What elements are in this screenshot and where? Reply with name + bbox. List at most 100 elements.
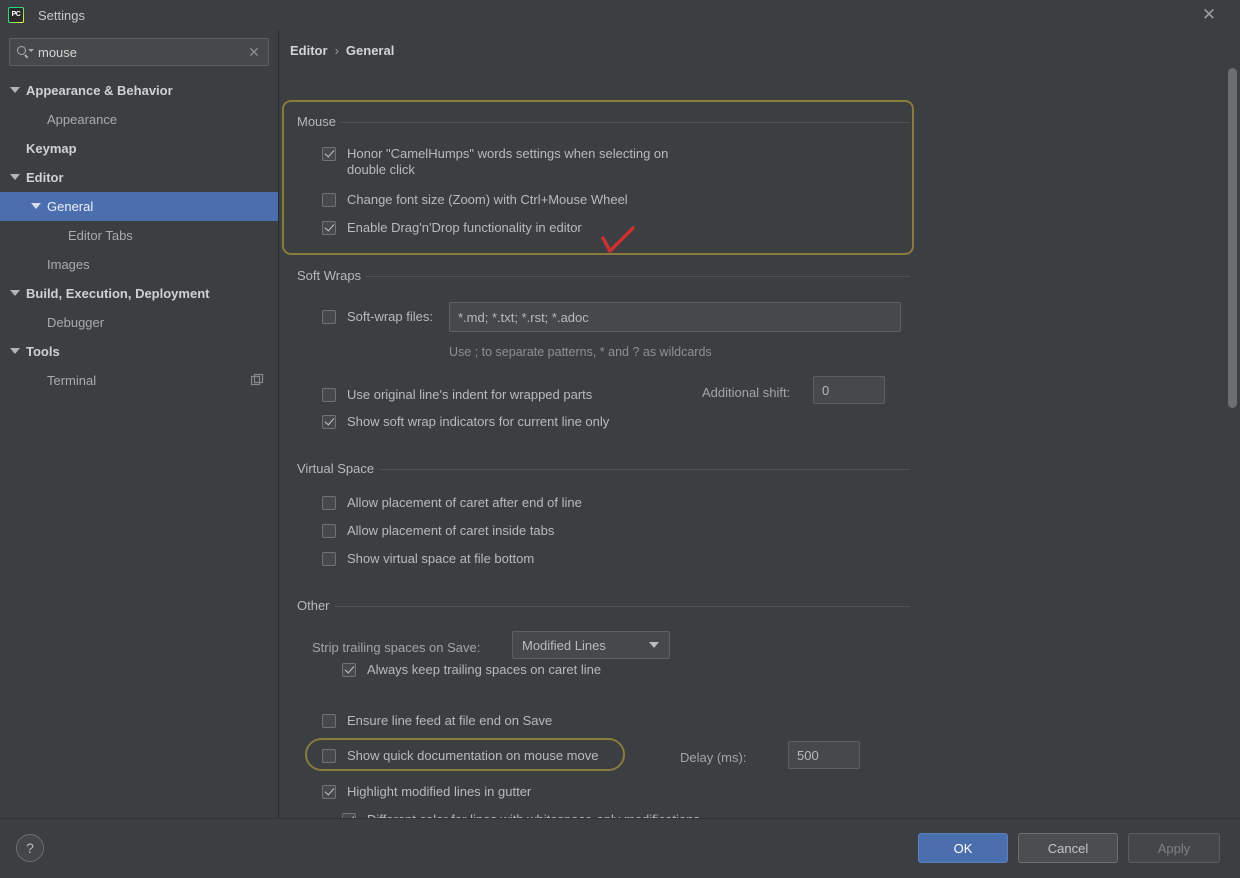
checkbox-label: Show soft wrap indicators for current li…	[347, 414, 609, 430]
checkbox-always-keep-trailing-spaces[interactable]: Always keep trailing spaces on caret lin…	[342, 662, 601, 678]
checkbox-show-quick-documentation[interactable]: Show quick documentation on mouse move	[322, 748, 598, 764]
sidebar-item-build-execution-deployment[interactable]: Build, Execution, Deployment	[0, 279, 278, 308]
sidebar-item-images[interactable]: Images	[0, 250, 278, 279]
sidebar-item-tools[interactable]: Tools	[0, 337, 278, 366]
checkbox-label: Honor "CamelHumps" words settings when s…	[347, 146, 707, 178]
sidebar-item-terminal[interactable]: Terminal	[0, 366, 278, 395]
sidebar-item-debugger[interactable]: Debugger	[0, 308, 278, 337]
sidebar-item-label: Terminal	[47, 373, 96, 388]
soft-wrap-files-value: *.md; *.txt; *.rst; *.adoc	[458, 310, 589, 325]
strip-trailing-spaces-dropdown[interactable]: Modified Lines	[512, 631, 670, 659]
search-input[interactable]	[34, 45, 246, 60]
checkbox-highlight-modified-lines[interactable]: Highlight modified lines in gutter	[322, 784, 531, 800]
checkbox-box[interactable]	[342, 663, 356, 677]
checkbox-change-font-size-zoom[interactable]: Change font size (Zoom) with Ctrl+Mouse …	[322, 192, 628, 208]
checkbox-caret-inside-tabs[interactable]: Allow placement of caret inside tabs	[322, 523, 554, 539]
chevron-down-icon[interactable]	[649, 642, 659, 648]
clear-icon[interactable]: ✕	[246, 45, 262, 59]
checkbox-box[interactable]	[322, 193, 336, 207]
help-button[interactable]: ?	[16, 834, 44, 862]
checkbox-label: Allow placement of caret after end of li…	[347, 495, 582, 511]
close-icon[interactable]: ✕	[1194, 0, 1224, 28]
checkbox-box[interactable]	[322, 785, 336, 799]
sidebar-item-label: Appearance	[47, 112, 117, 127]
checkbox-label: Ensure line feed at file end on Save	[347, 713, 552, 729]
sidebar-item-appearance-behavior[interactable]: Appearance & Behavior	[0, 76, 278, 105]
chevron-down-icon[interactable]	[31, 201, 42, 212]
virtual-space-section-title: Virtual Space	[292, 461, 379, 476]
sidebar-item-general[interactable]: General	[0, 192, 278, 221]
sidebar-item-appearance[interactable]: Appearance	[0, 105, 278, 134]
chevron-down-icon[interactable]	[10, 85, 21, 96]
settings-content: Editor › General Mouse Honor "CamelHumps…	[280, 30, 1240, 818]
sidebar-item-label: Editor Tabs	[68, 228, 133, 243]
additional-shift-label: Additional shift:	[702, 385, 790, 400]
tree-indent-spacer	[31, 114, 42, 125]
cancel-button[interactable]: Cancel	[1018, 833, 1118, 863]
checkbox-label: Highlight modified lines in gutter	[347, 784, 531, 800]
strip-trailing-spaces-value: Modified Lines	[522, 638, 649, 653]
tree-indent-spacer	[31, 317, 42, 328]
checkbox-caret-after-end-of-line[interactable]: Allow placement of caret after end of li…	[322, 495, 582, 511]
sidebar-item-label: Keymap	[26, 141, 77, 156]
settings-sidebar: ✕ Appearance & Behavior Appearance Keymap E…	[0, 30, 279, 818]
checkbox-show-soft-wrap-indicators[interactable]: Show soft wrap indicators for current li…	[322, 414, 609, 430]
sidebar-item-editor[interactable]: Editor	[0, 163, 278, 192]
checkbox-box[interactable]	[322, 496, 336, 510]
checkbox-soft-wrap-files[interactable]: Soft-wrap files:	[322, 309, 433, 325]
checkbox-ensure-line-feed[interactable]: Ensure line feed at file end on Save	[322, 713, 552, 729]
tree-indent-spacer	[31, 375, 42, 386]
sidebar-item-label: Appearance & Behavior	[26, 83, 173, 98]
delay-value: 500	[797, 748, 819, 763]
title-bar: Settings ✕	[0, 0, 1240, 30]
delay-input[interactable]: 500	[788, 741, 860, 769]
breadcrumb: Editor › General	[290, 43, 394, 58]
breadcrumb-separator-icon: ›	[335, 43, 339, 58]
checkbox-box[interactable]	[322, 388, 336, 402]
section-divider	[292, 606, 910, 607]
breadcrumb-root[interactable]: Editor	[290, 43, 328, 58]
checkbox-box[interactable]	[322, 749, 336, 763]
checkbox-label: Always keep trailing spaces on caret lin…	[367, 662, 601, 678]
checkbox-label: Allow placement of caret inside tabs	[347, 523, 554, 539]
checkbox-label: Change font size (Zoom) with Ctrl+Mouse …	[347, 192, 628, 208]
checkbox-virtual-space-file-bottom[interactable]: Show virtual space at file bottom	[322, 551, 534, 567]
settings-scroll-area: Mouse Honor "CamelHumps" words settings …	[280, 68, 1240, 818]
tree-indent-spacer	[52, 230, 63, 241]
checkbox-box[interactable]	[322, 147, 336, 161]
checkbox-box[interactable]	[322, 310, 336, 324]
ok-button[interactable]: OK	[918, 833, 1008, 863]
checkbox-box[interactable]	[322, 524, 336, 538]
checkbox-box[interactable]	[322, 714, 336, 728]
checkbox-enable-dragndrop[interactable]: Enable Drag'n'Drop functionality in edit…	[322, 220, 582, 236]
checkbox-box[interactable]	[322, 552, 336, 566]
content-scrollbar-thumb[interactable]	[1228, 68, 1237, 408]
apply-button[interactable]: Apply	[1128, 833, 1220, 863]
mouse-section-title: Mouse	[292, 114, 341, 129]
checkbox-honor-camelhumps[interactable]: Honor "CamelHumps" words settings when s…	[322, 146, 707, 178]
checkbox-use-original-indent[interactable]: Use original line's indent for wrapped p…	[322, 387, 592, 403]
tree-indent-spacer	[10, 143, 21, 154]
chevron-down-icon[interactable]	[10, 172, 21, 183]
sidebar-item-keymap[interactable]: Keymap	[0, 134, 278, 163]
chevron-down-icon[interactable]	[10, 346, 21, 357]
search-icon[interactable]	[16, 45, 34, 59]
soft-wrap-files-input[interactable]: *.md; *.txt; *.rst; *.adoc	[449, 302, 901, 332]
soft-wrap-hint: Use ; to separate patterns, * and ? as w…	[449, 345, 712, 359]
chevron-down-icon[interactable]	[10, 288, 21, 299]
checkbox-label: Soft-wrap files:	[347, 309, 433, 325]
sidebar-item-editor-tabs[interactable]: Editor Tabs	[0, 221, 278, 250]
strip-trailing-spaces-label: Strip trailing spaces on Save:	[312, 640, 480, 655]
checkbox-box[interactable]	[322, 221, 336, 235]
sidebar-item-label: Tools	[26, 344, 60, 359]
sidebar-item-label: Images	[47, 257, 90, 272]
additional-shift-value: 0	[822, 383, 829, 398]
search-container: ✕	[0, 30, 278, 66]
sidebar-item-label: General	[47, 199, 93, 214]
checkbox-label: Use original line's indent for wrapped p…	[347, 387, 592, 403]
copy-settings-icon[interactable]	[250, 373, 264, 387]
soft-wraps-section-title: Soft Wraps	[292, 268, 366, 283]
additional-shift-input[interactable]: 0	[813, 376, 885, 404]
search-box[interactable]: ✕	[9, 38, 269, 66]
checkbox-box[interactable]	[322, 415, 336, 429]
